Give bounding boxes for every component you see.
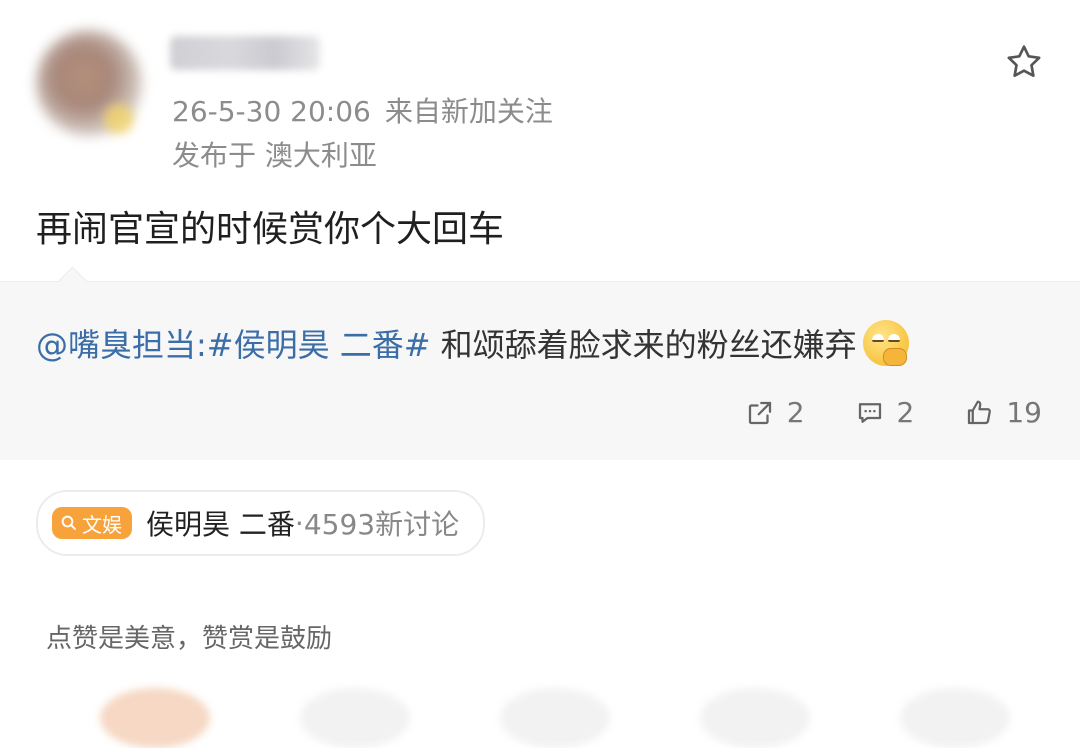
reward-avatar <box>700 688 810 748</box>
repost-author-link[interactable]: @嘴臭担当: <box>36 320 207 366</box>
author-name[interactable] <box>170 36 320 70</box>
topic-title: 侯明昊 二番 <box>146 508 295 541</box>
reward-avatar <box>100 688 210 748</box>
thinking-face-emoji <box>862 320 909 366</box>
post-actions: 2 2 19 <box>745 396 1042 429</box>
avatar-badge <box>104 104 134 134</box>
topic-badge: 文娱 <box>52 507 132 539</box>
like-button[interactable]: 19 <box>964 396 1042 429</box>
comment-button[interactable]: 2 <box>855 396 915 429</box>
repost-hashtag-link[interactable]: #侯明昊 二番# <box>207 320 431 366</box>
post-meta: 26-5-30 20:06 来自新加关注 <box>172 90 553 130</box>
like-count: 19 <box>1006 396 1042 429</box>
repost-card[interactable] <box>0 281 1080 460</box>
share-icon <box>748 401 771 424</box>
reward-avatar <box>900 688 1010 748</box>
post-source: 来自新加关注 <box>384 95 553 128</box>
comment-count: 2 <box>896 396 915 429</box>
topic-count: 4593新讨论 <box>303 508 460 541</box>
comment-icon <box>858 402 881 423</box>
reward-avatar <box>300 688 410 748</box>
topic-pill[interactable]: 文娱 侯明昊 二番 · 4593新讨论 <box>36 490 486 556</box>
repost-text: 和颂舔着脸求来的粉丝还嫌弃 <box>440 326 857 364</box>
like-icon <box>968 400 992 424</box>
repost-content: @嘴臭担当: #侯明昊 二番# 和颂舔着脸求来的粉丝还嫌弃 <box>36 320 909 366</box>
search-icon <box>61 515 76 530</box>
post-location: 发布于 澳大利亚 <box>172 139 377 172</box>
reward-hint: 点赞是美意，赞赏是鼓励 <box>46 624 333 654</box>
post-time: 26-5-30 20:06 <box>172 95 371 128</box>
reward-avatar <box>500 688 610 748</box>
post-text: 再闹官宣的时候赏你个大回车 <box>36 209 505 250</box>
topic-separator: · <box>294 506 304 540</box>
share-count: 2 <box>786 396 805 429</box>
topic-badge-label: 文娱 <box>82 512 122 537</box>
share-button[interactable]: 2 <box>745 396 805 429</box>
star-icon <box>1007 45 1041 77</box>
favorite-button[interactable] <box>1002 40 1046 84</box>
